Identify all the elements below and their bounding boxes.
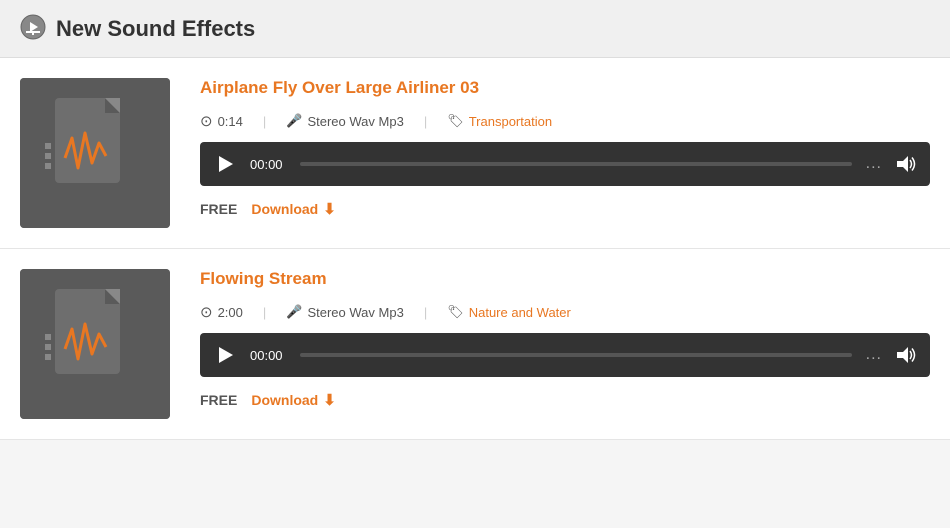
- tag-link-2[interactable]: Nature and Water: [469, 305, 571, 320]
- tag-icon: 🏷: [447, 113, 464, 129]
- clock-icon: ⊙: [200, 112, 213, 130]
- meta-divider-3: |: [263, 305, 266, 320]
- sound-info-2: Flowing Stream ⊙ 2:00 | 🎤 Stereo Wav Mp3…: [200, 269, 930, 409]
- download-button-1[interactable]: Download ⬇: [251, 200, 335, 218]
- sound-title-1[interactable]: Airplane Fly Over Large Airliner 03: [200, 78, 930, 98]
- duration-2: 2:00: [218, 305, 243, 320]
- time-display-2: 00:00: [250, 348, 290, 363]
- mic-icon-2: 🎤: [286, 304, 302, 320]
- header-icon: [20, 14, 46, 43]
- play-button-1[interactable]: [212, 150, 240, 178]
- download-icon: ⬇: [323, 200, 336, 218]
- more-button-2[interactable]: ...: [862, 346, 886, 364]
- price-label-1: FREE: [200, 201, 237, 217]
- sound-list: Airplane Fly Over Large Airliner 03 ⊙ 0:…: [0, 58, 950, 440]
- sound-info: Airplane Fly Over Large Airliner 03 ⊙ 0:…: [200, 78, 930, 218]
- meta-divider: |: [263, 114, 266, 129]
- progress-bar-1[interactable]: [300, 162, 852, 166]
- page-title: New Sound Effects: [56, 16, 255, 42]
- sound-title-2[interactable]: Flowing Stream: [200, 269, 930, 289]
- price-label-2: FREE: [200, 392, 237, 408]
- download-section-2: FREE Download ⬇: [200, 391, 930, 409]
- audio-player-2: 00:00 ...: [200, 333, 930, 377]
- progress-bar-2[interactable]: [300, 353, 852, 357]
- download-section-1: FREE Download ⬇: [200, 200, 930, 218]
- sound-thumbnail: [20, 78, 170, 228]
- sound-meta-2: ⊙ 2:00 | 🎤 Stereo Wav Mp3 | 🏷 Nature and…: [200, 303, 930, 321]
- format-1: Stereo Wav Mp3: [307, 114, 403, 129]
- duration-item-2: ⊙ 2:00: [200, 303, 243, 321]
- mic-icon: 🎤: [286, 113, 302, 129]
- tag-item-2: 🏷 Nature and Water: [447, 304, 571, 320]
- format-2: Stereo Wav Mp3: [307, 305, 403, 320]
- tag-item-1: 🏷 Transportation: [447, 113, 552, 129]
- format-item-1: 🎤 Stereo Wav Mp3: [286, 113, 404, 129]
- tag-link-1[interactable]: Transportation: [469, 114, 552, 129]
- clock-icon-2: ⊙: [200, 303, 213, 321]
- sound-item-2: Flowing Stream ⊙ 2:00 | 🎤 Stereo Wav Mp3…: [0, 249, 950, 440]
- download-icon-2: ⬇: [323, 391, 336, 409]
- time-display-1: 00:00: [250, 157, 290, 172]
- sound-meta-1: ⊙ 0:14 | 🎤 Stereo Wav Mp3 | 🏷 Transporta…: [200, 112, 930, 130]
- meta-divider-2: |: [424, 114, 427, 129]
- more-button-1[interactable]: ...: [862, 155, 886, 173]
- volume-button-1[interactable]: [896, 155, 918, 173]
- duration-1: 0:14: [218, 114, 243, 129]
- download-label-2: Download: [251, 392, 318, 408]
- play-button-2[interactable]: [212, 341, 240, 369]
- volume-button-2[interactable]: [896, 346, 918, 364]
- download-button-2[interactable]: Download ⬇: [251, 391, 335, 409]
- duration-item-1: ⊙ 0:14: [200, 112, 243, 130]
- audio-player-1: 00:00 ...: [200, 142, 930, 186]
- format-item-2: 🎤 Stereo Wav Mp3: [286, 304, 404, 320]
- meta-divider-4: |: [424, 305, 427, 320]
- download-label-1: Download: [251, 201, 318, 217]
- page-header: New Sound Effects: [0, 0, 950, 58]
- sound-thumbnail-2: [20, 269, 170, 419]
- tag-icon-2: 🏷: [447, 304, 464, 320]
- sound-item: Airplane Fly Over Large Airliner 03 ⊙ 0:…: [0, 58, 950, 249]
